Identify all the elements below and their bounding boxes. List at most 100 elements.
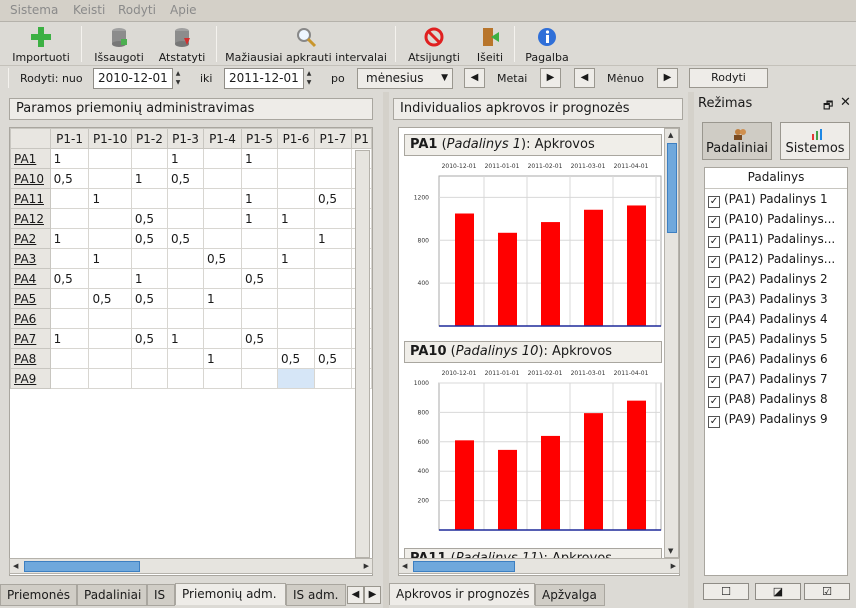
- table-cell[interactable]: 0,5: [166, 228, 205, 249]
- table-cell[interactable]: 0,5: [240, 328, 279, 349]
- tab-priemones[interactable]: Priemonės: [0, 584, 77, 606]
- table-cell[interactable]: [277, 148, 315, 169]
- table-cell[interactable]: [313, 308, 352, 329]
- row-header[interactable]: PA11: [10, 188, 51, 209]
- splitter[interactable]: [688, 92, 694, 608]
- table-cell[interactable]: [240, 248, 279, 269]
- mode-sistemos-button[interactable]: Sistemos: [780, 122, 850, 160]
- table-cell[interactable]: 0,5: [166, 168, 205, 189]
- table-cell[interactable]: [49, 308, 90, 329]
- scroll-thumb[interactable]: [24, 561, 140, 572]
- table-cell[interactable]: [130, 148, 168, 169]
- scroll-thumb[interactable]: [667, 143, 677, 233]
- month-next-button[interactable]: ▶: [657, 68, 678, 88]
- month-prev-button[interactable]: ◀: [574, 68, 595, 88]
- column-header[interactable]: P1: [350, 128, 372, 149]
- table-cell[interactable]: [166, 188, 205, 209]
- table-cell[interactable]: [49, 248, 90, 269]
- table-cell[interactable]: [240, 288, 279, 309]
- table-cell[interactable]: [49, 288, 90, 309]
- scroll-left-icon[interactable]: ◀: [402, 562, 407, 570]
- table-cell[interactable]: 0,5: [277, 348, 315, 369]
- table-cell[interactable]: [88, 348, 132, 369]
- checkbox-checked-icon[interactable]: ✓: [708, 356, 720, 368]
- to-date-spinner[interactable]: ▲ ▼: [305, 69, 313, 88]
- table-cell[interactable]: [88, 368, 132, 389]
- column-header[interactable]: P1-5: [240, 128, 279, 149]
- table-cell[interactable]: [240, 228, 279, 249]
- table-cell[interactable]: [166, 248, 205, 269]
- table-cell[interactable]: 0,5: [130, 288, 168, 309]
- table-cell[interactable]: [240, 308, 279, 329]
- column-header[interactable]: P1-2: [130, 128, 168, 149]
- table-cell[interactable]: 0,5: [130, 228, 168, 249]
- checkbox-checked-icon[interactable]: ✓: [708, 196, 720, 208]
- year-prev-button[interactable]: ◀: [464, 68, 485, 88]
- table-cell[interactable]: 0,5: [130, 208, 168, 229]
- scroll-up-icon[interactable]: ▲: [668, 131, 673, 139]
- table-cell[interactable]: 1: [49, 328, 90, 349]
- menu-rodyti[interactable]: Rodyti: [118, 3, 156, 17]
- invert-selection-button[interactable]: ◪: [755, 583, 801, 600]
- unit-list-item[interactable]: ✓ (PA9) Padalinys 9: [708, 412, 846, 432]
- restore-button[interactable]: Atstatyti: [154, 24, 210, 64]
- column-header[interactable]: P1-10: [88, 128, 132, 149]
- table-cell[interactable]: 1: [277, 208, 315, 229]
- table-cell[interactable]: 1: [277, 248, 315, 269]
- column-header[interactable]: P1-6: [277, 128, 315, 149]
- row-header[interactable]: PA2: [10, 228, 51, 249]
- unit-list-item[interactable]: ✓ (PA1) Padalinys 1: [708, 192, 846, 212]
- row-header[interactable]: PA5: [10, 288, 51, 309]
- table-cell[interactable]: [277, 228, 315, 249]
- column-header[interactable]: P1-1: [49, 128, 90, 149]
- table-cell[interactable]: [88, 328, 132, 349]
- check-all-button[interactable]: ☑: [804, 583, 850, 600]
- to-date-input[interactable]: 2011-12-01: [224, 68, 304, 89]
- menu-keisti[interactable]: Keisti: [73, 3, 105, 17]
- table-cell[interactable]: [203, 328, 242, 349]
- scroll-left-icon[interactable]: ◀: [13, 562, 18, 570]
- table-cell[interactable]: 0,5: [313, 348, 352, 369]
- chart-horizontal-scrollbar[interactable]: ◀ ▶: [398, 558, 680, 574]
- table-cell[interactable]: 1: [313, 228, 352, 249]
- table-cell[interactable]: [130, 348, 168, 369]
- table-cell[interactable]: [313, 148, 352, 169]
- tab-apkrovos-ir-prognozes[interactable]: Apkrovos ir prognozės: [389, 583, 535, 605]
- table-cell[interactable]: 1: [203, 348, 242, 369]
- table-cell[interactable]: [88, 228, 132, 249]
- table-cell[interactable]: [130, 308, 168, 329]
- table-cell[interactable]: 0,5: [313, 188, 352, 209]
- table-cell[interactable]: [277, 288, 315, 309]
- save-button[interactable]: Išsaugoti: [88, 24, 150, 64]
- table-cell[interactable]: [130, 248, 168, 269]
- table-cell[interactable]: [313, 368, 352, 389]
- scroll-thumb[interactable]: [413, 561, 515, 572]
- tab-padaliniai[interactable]: Padaliniai: [77, 584, 147, 606]
- table-cell[interactable]: [313, 248, 352, 269]
- import-button[interactable]: Importuoti: [6, 24, 76, 64]
- table-cell[interactable]: [203, 368, 242, 389]
- mode-padaliniai-button[interactable]: Padaliniai: [702, 122, 772, 160]
- table-cell[interactable]: [313, 168, 352, 189]
- menu-apie[interactable]: Apie: [170, 3, 197, 17]
- from-date-spinner[interactable]: ▲ ▼: [174, 69, 182, 88]
- help-button[interactable]: Pagalba: [520, 24, 574, 64]
- table-cell[interactable]: [203, 228, 242, 249]
- row-header[interactable]: PA9: [10, 368, 51, 389]
- table-cell[interactable]: 0,5: [240, 268, 279, 289]
- table-cell[interactable]: [203, 308, 242, 329]
- checkbox-checked-icon[interactable]: ✓: [708, 256, 720, 268]
- table-cell[interactable]: [166, 348, 205, 369]
- table-cell[interactable]: [49, 208, 90, 229]
- table-horizontal-scrollbar[interactable]: ◀ ▶: [9, 558, 373, 574]
- table-cell[interactable]: [240, 168, 279, 189]
- unit-list-item[interactable]: ✓ (PA7) Padalinys 7: [708, 372, 846, 392]
- table-cell[interactable]: 0,5: [49, 168, 90, 189]
- table-cell[interactable]: [203, 148, 242, 169]
- table-cell[interactable]: [203, 188, 242, 209]
- table-cell[interactable]: 1: [166, 148, 205, 169]
- float-panel-icon[interactable]: 🗗: [823, 97, 833, 116]
- table-cell[interactable]: [240, 348, 279, 369]
- table-cell[interactable]: [313, 328, 352, 349]
- column-header[interactable]: P1-4: [203, 128, 242, 149]
